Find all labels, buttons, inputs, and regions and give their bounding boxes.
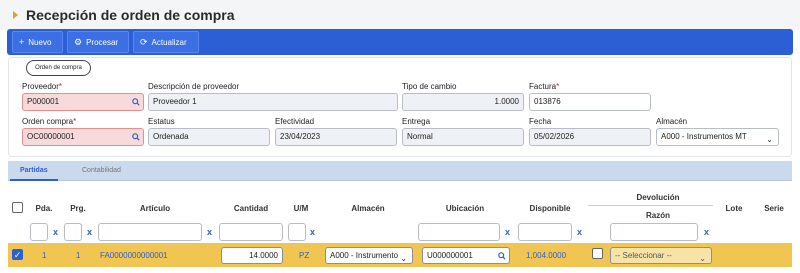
process-icon: ⚙	[74, 37, 83, 47]
estatus-field: Ordenada	[148, 128, 270, 146]
chevron-down-icon: ⌄	[699, 254, 706, 263]
header-prg: Prg.	[70, 204, 86, 213]
factura-input[interactable]: 013876	[529, 93, 651, 111]
plus-icon: +	[19, 37, 25, 47]
nuevo-label: Nuevo	[28, 38, 52, 47]
clear-filter-articulo-button[interactable]: x	[207, 227, 212, 237]
filter-articulo-input[interactable]	[98, 223, 202, 241]
tab-bar: Partidas Contabilidad	[8, 161, 792, 181]
header-lote: Lote	[725, 204, 743, 213]
header-razon: Razón	[646, 211, 670, 220]
header-um: U/M	[293, 204, 309, 213]
tipo-cambio-label: Tipo de cambio	[402, 82, 457, 91]
devolucion-checkbox[interactable]	[592, 248, 603, 259]
filter-ubicacion-input[interactable]	[418, 223, 500, 241]
clear-filter-pda-button[interactable]: x	[53, 227, 58, 237]
tab-partidas[interactable]: Partidas	[10, 161, 58, 181]
efectividad-field: 23/04/2023	[275, 128, 397, 146]
cell-um: PZ	[299, 251, 310, 260]
header-ubicacion: Ubicación	[445, 204, 485, 213]
chevron-down-icon: ⌄	[766, 135, 773, 144]
search-icon[interactable]	[132, 98, 140, 106]
efectividad-label: Efectividad	[275, 117, 315, 126]
clear-filter-disponible-button[interactable]: x	[577, 227, 582, 237]
search-icon[interactable]	[132, 133, 140, 141]
header-almacen: Almacén	[351, 204, 385, 213]
refresh-icon: ⟳	[140, 37, 148, 47]
tipo-cambio-field: 1.0000	[402, 93, 524, 111]
clear-filter-ubicacion-button[interactable]: x	[505, 227, 510, 237]
orden-compra-section-tab[interactable]: Orden de compra	[26, 60, 91, 76]
entrega-label: Entrega	[402, 117, 431, 126]
filter-um-input[interactable]	[288, 223, 306, 241]
cell-articulo[interactable]: FA0000000000001	[100, 251, 168, 260]
estatus-label: Estatus	[148, 117, 175, 126]
procesar-button[interactable]: ⚙ Procesar	[67, 31, 129, 53]
filter-razon-input[interactable]	[610, 223, 698, 241]
clear-filter-prg-button[interactable]: x	[87, 227, 92, 237]
header-articulo: Artículo	[139, 204, 171, 213]
clear-filter-razon-button[interactable]: x	[704, 227, 709, 237]
procesar-label: Procesar	[86, 38, 119, 47]
cell-prg: 1	[76, 251, 81, 260]
header-serie: Serie	[764, 204, 784, 213]
desc-proveedor-field: Proveedor 1	[148, 93, 398, 111]
orden-compra-label: Orden compra*	[22, 117, 77, 126]
filter-prg-input[interactable]	[64, 223, 82, 241]
clear-filter-um-button[interactable]: x	[310, 227, 315, 237]
cell-pda: 1	[42, 251, 47, 260]
orden-compra-input[interactable]: OC00000001	[22, 128, 144, 146]
ubicacion-input[interactable]: U000000001	[422, 247, 510, 264]
cell-disponible: 1,004.0000	[526, 251, 567, 260]
fecha-label: Fecha	[529, 117, 552, 126]
actualizar-button[interactable]: ⟳ Actualizar	[133, 31, 199, 53]
filter-pda-input[interactable]	[30, 223, 48, 241]
factura-label: Factura*	[529, 82, 560, 91]
tab-contabilidad[interactable]: Contabilidad	[72, 161, 131, 181]
row-checkbox[interactable]: ✓	[12, 249, 23, 260]
select-all-checkbox[interactable]	[12, 202, 23, 213]
razon-select[interactable]: -- Seleccionar -- ⌄	[610, 247, 712, 264]
header-disponible: Disponible	[529, 204, 571, 213]
cantidad-input[interactable]: 14.0000	[221, 247, 283, 264]
entrega-field: Normal	[402, 128, 524, 146]
header-devolucion: Devolución	[636, 193, 680, 202]
filter-disponible-input[interactable]	[518, 223, 572, 241]
almacen-select[interactable]: A000 - Instrumentos MT ⌄	[656, 128, 779, 146]
search-icon[interactable]	[498, 252, 506, 260]
filter-cantidad-input[interactable]	[219, 223, 283, 241]
proveedor-label: Proveedor*	[22, 82, 63, 91]
header-pda: Pda.	[35, 204, 53, 213]
fecha-field: 05/02/2026	[529, 128, 651, 146]
title-marker-icon	[13, 11, 18, 19]
header-cantidad: Cantidad	[233, 204, 269, 213]
toolbar: + Nuevo ⚙ Procesar ⟳ Actualizar	[7, 29, 793, 55]
almacen-row-select[interactable]: A000 - Instrumento ⌄	[325, 247, 413, 264]
proveedor-input[interactable]: P000001	[22, 93, 144, 111]
devolucion-divider	[588, 205, 713, 206]
page-title: Recepción de orden de compra	[26, 7, 235, 23]
almacen-label: Almacén	[656, 117, 688, 126]
nuevo-button[interactable]: + Nuevo	[12, 31, 63, 53]
actualizar-label: Actualizar	[151, 38, 187, 47]
title-bar: Recepción de orden de compra	[0, 0, 800, 30]
desc-proveedor-label: Descripción de proveedor	[148, 82, 240, 91]
chevron-down-icon: ⌄	[400, 254, 407, 263]
